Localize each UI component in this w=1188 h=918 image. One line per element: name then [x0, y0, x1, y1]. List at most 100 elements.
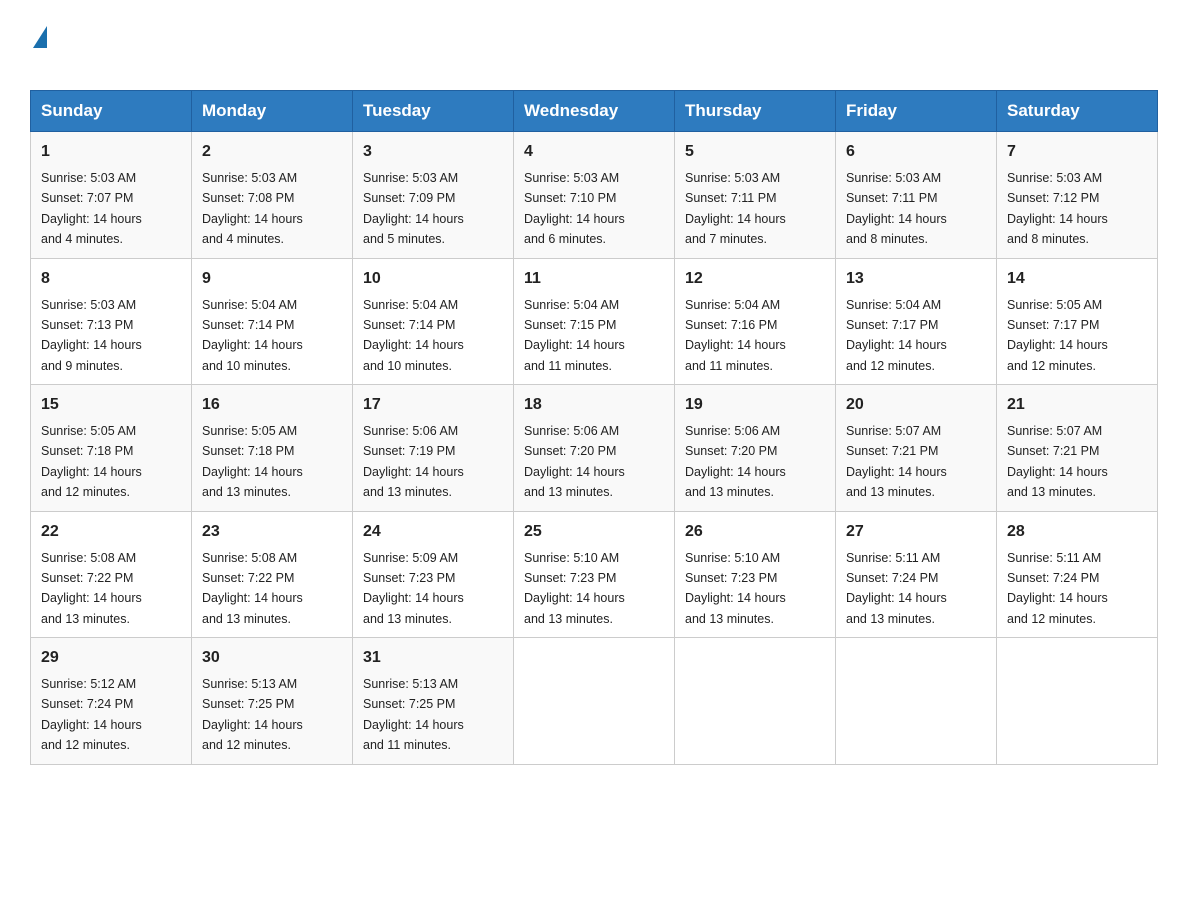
day-header-saturday: Saturday: [997, 91, 1158, 132]
calendar-cell: 10 Sunrise: 5:04 AMSunset: 7:14 PMDaylig…: [353, 258, 514, 385]
day-number: 22: [41, 520, 181, 544]
calendar-cell: 2 Sunrise: 5:03 AMSunset: 7:08 PMDayligh…: [192, 132, 353, 259]
day-info: Sunrise: 5:08 AMSunset: 7:22 PMDaylight:…: [202, 551, 303, 626]
day-info: Sunrise: 5:07 AMSunset: 7:21 PMDaylight:…: [1007, 424, 1108, 499]
day-number: 10: [363, 267, 503, 291]
calendar-cell: 31 Sunrise: 5:13 AMSunset: 7:25 PMDaylig…: [353, 638, 514, 765]
calendar-cell: [836, 638, 997, 765]
day-info: Sunrise: 5:07 AMSunset: 7:21 PMDaylight:…: [846, 424, 947, 499]
day-number: 13: [846, 267, 986, 291]
day-number: 29: [41, 646, 181, 670]
day-number: 25: [524, 520, 664, 544]
week-row-4: 22 Sunrise: 5:08 AMSunset: 7:22 PMDaylig…: [31, 511, 1158, 638]
calendar-cell: 3 Sunrise: 5:03 AMSunset: 7:09 PMDayligh…: [353, 132, 514, 259]
day-info: Sunrise: 5:03 AMSunset: 7:11 PMDaylight:…: [846, 171, 947, 246]
calendar-cell: 11 Sunrise: 5:04 AMSunset: 7:15 PMDaylig…: [514, 258, 675, 385]
calendar-cell: 30 Sunrise: 5:13 AMSunset: 7:25 PMDaylig…: [192, 638, 353, 765]
calendar-cell: 1 Sunrise: 5:03 AMSunset: 7:07 PMDayligh…: [31, 132, 192, 259]
calendar-cell: 15 Sunrise: 5:05 AMSunset: 7:18 PMDaylig…: [31, 385, 192, 512]
day-info: Sunrise: 5:05 AMSunset: 7:18 PMDaylight:…: [41, 424, 142, 499]
day-header-wednesday: Wednesday: [514, 91, 675, 132]
calendar-cell: 6 Sunrise: 5:03 AMSunset: 7:11 PMDayligh…: [836, 132, 997, 259]
calendar-cell: 22 Sunrise: 5:08 AMSunset: 7:22 PMDaylig…: [31, 511, 192, 638]
day-info: Sunrise: 5:03 AMSunset: 7:11 PMDaylight:…: [685, 171, 786, 246]
calendar-cell: 28 Sunrise: 5:11 AMSunset: 7:24 PMDaylig…: [997, 511, 1158, 638]
day-number: 2: [202, 140, 342, 164]
day-info: Sunrise: 5:09 AMSunset: 7:23 PMDaylight:…: [363, 551, 464, 626]
day-info: Sunrise: 5:13 AMSunset: 7:25 PMDaylight:…: [363, 677, 464, 752]
day-number: 27: [846, 520, 986, 544]
day-number: 17: [363, 393, 503, 417]
calendar-cell: 8 Sunrise: 5:03 AMSunset: 7:13 PMDayligh…: [31, 258, 192, 385]
day-number: 1: [41, 140, 181, 164]
day-number: 8: [41, 267, 181, 291]
calendar-cell: 20 Sunrise: 5:07 AMSunset: 7:21 PMDaylig…: [836, 385, 997, 512]
day-header-thursday: Thursday: [675, 91, 836, 132]
day-info: Sunrise: 5:03 AMSunset: 7:07 PMDaylight:…: [41, 171, 142, 246]
day-info: Sunrise: 5:13 AMSunset: 7:25 PMDaylight:…: [202, 677, 303, 752]
week-row-2: 8 Sunrise: 5:03 AMSunset: 7:13 PMDayligh…: [31, 258, 1158, 385]
day-info: Sunrise: 5:11 AMSunset: 7:24 PMDaylight:…: [846, 551, 947, 626]
day-number: 30: [202, 646, 342, 670]
day-info: Sunrise: 5:06 AMSunset: 7:20 PMDaylight:…: [685, 424, 786, 499]
day-info: Sunrise: 5:06 AMSunset: 7:20 PMDaylight:…: [524, 424, 625, 499]
calendar-cell: 12 Sunrise: 5:04 AMSunset: 7:16 PMDaylig…: [675, 258, 836, 385]
calendar-cell: 9 Sunrise: 5:04 AMSunset: 7:14 PMDayligh…: [192, 258, 353, 385]
calendar-cell: 14 Sunrise: 5:05 AMSunset: 7:17 PMDaylig…: [997, 258, 1158, 385]
day-number: 28: [1007, 520, 1147, 544]
day-info: Sunrise: 5:05 AMSunset: 7:17 PMDaylight:…: [1007, 298, 1108, 373]
day-number: 31: [363, 646, 503, 670]
calendar-cell: 29 Sunrise: 5:12 AMSunset: 7:24 PMDaylig…: [31, 638, 192, 765]
week-row-3: 15 Sunrise: 5:05 AMSunset: 7:18 PMDaylig…: [31, 385, 1158, 512]
calendar-cell: 24 Sunrise: 5:09 AMSunset: 7:23 PMDaylig…: [353, 511, 514, 638]
day-info: Sunrise: 5:04 AMSunset: 7:14 PMDaylight:…: [363, 298, 464, 373]
logo: General: [30, 20, 138, 80]
day-info: Sunrise: 5:03 AMSunset: 7:08 PMDaylight:…: [202, 171, 303, 246]
day-number: 12: [685, 267, 825, 291]
calendar-cell: 27 Sunrise: 5:11 AMSunset: 7:24 PMDaylig…: [836, 511, 997, 638]
day-header-tuesday: Tuesday: [353, 91, 514, 132]
week-row-5: 29 Sunrise: 5:12 AMSunset: 7:24 PMDaylig…: [31, 638, 1158, 765]
day-info: Sunrise: 5:10 AMSunset: 7:23 PMDaylight:…: [685, 551, 786, 626]
calendar-cell: [997, 638, 1158, 765]
header-row: SundayMondayTuesdayWednesdayThursdayFrid…: [31, 91, 1158, 132]
day-number: 15: [41, 393, 181, 417]
calendar-cell: 26 Sunrise: 5:10 AMSunset: 7:23 PMDaylig…: [675, 511, 836, 638]
day-info: Sunrise: 5:05 AMSunset: 7:18 PMDaylight:…: [202, 424, 303, 499]
day-info: Sunrise: 5:08 AMSunset: 7:22 PMDaylight:…: [41, 551, 142, 626]
day-number: 9: [202, 267, 342, 291]
calendar-cell: [675, 638, 836, 765]
calendar-cell: 7 Sunrise: 5:03 AMSunset: 7:12 PMDayligh…: [997, 132, 1158, 259]
calendar-cell: 17 Sunrise: 5:06 AMSunset: 7:19 PMDaylig…: [353, 385, 514, 512]
day-info: Sunrise: 5:03 AMSunset: 7:13 PMDaylight:…: [41, 298, 142, 373]
week-row-1: 1 Sunrise: 5:03 AMSunset: 7:07 PMDayligh…: [31, 132, 1158, 259]
calendar-cell: 19 Sunrise: 5:06 AMSunset: 7:20 PMDaylig…: [675, 385, 836, 512]
calendar-cell: 25 Sunrise: 5:10 AMSunset: 7:23 PMDaylig…: [514, 511, 675, 638]
day-info: Sunrise: 5:06 AMSunset: 7:19 PMDaylight:…: [363, 424, 464, 499]
day-number: 14: [1007, 267, 1147, 291]
calendar-cell: 16 Sunrise: 5:05 AMSunset: 7:18 PMDaylig…: [192, 385, 353, 512]
day-info: Sunrise: 5:03 AMSunset: 7:10 PMDaylight:…: [524, 171, 625, 246]
day-number: 6: [846, 140, 986, 164]
calendar-cell: 21 Sunrise: 5:07 AMSunset: 7:21 PMDaylig…: [997, 385, 1158, 512]
day-number: 19: [685, 393, 825, 417]
calendar-cell: 4 Sunrise: 5:03 AMSunset: 7:10 PMDayligh…: [514, 132, 675, 259]
day-number: 11: [524, 267, 664, 291]
day-info: Sunrise: 5:03 AMSunset: 7:12 PMDaylight:…: [1007, 171, 1108, 246]
day-info: Sunrise: 5:03 AMSunset: 7:09 PMDaylight:…: [363, 171, 464, 246]
day-header-monday: Monday: [192, 91, 353, 132]
day-info: Sunrise: 5:11 AMSunset: 7:24 PMDaylight:…: [1007, 551, 1108, 626]
day-number: 23: [202, 520, 342, 544]
calendar-cell: 13 Sunrise: 5:04 AMSunset: 7:17 PMDaylig…: [836, 258, 997, 385]
page-header: General: [30, 20, 1158, 80]
day-info: Sunrise: 5:10 AMSunset: 7:23 PMDaylight:…: [524, 551, 625, 626]
day-info: Sunrise: 5:12 AMSunset: 7:24 PMDaylight:…: [41, 677, 142, 752]
day-number: 18: [524, 393, 664, 417]
day-number: 26: [685, 520, 825, 544]
day-header-sunday: Sunday: [31, 91, 192, 132]
day-number: 4: [524, 140, 664, 164]
day-info: Sunrise: 5:04 AMSunset: 7:14 PMDaylight:…: [202, 298, 303, 373]
calendar-cell: 18 Sunrise: 5:06 AMSunset: 7:20 PMDaylig…: [514, 385, 675, 512]
day-number: 3: [363, 140, 503, 164]
calendar-cell: 23 Sunrise: 5:08 AMSunset: 7:22 PMDaylig…: [192, 511, 353, 638]
